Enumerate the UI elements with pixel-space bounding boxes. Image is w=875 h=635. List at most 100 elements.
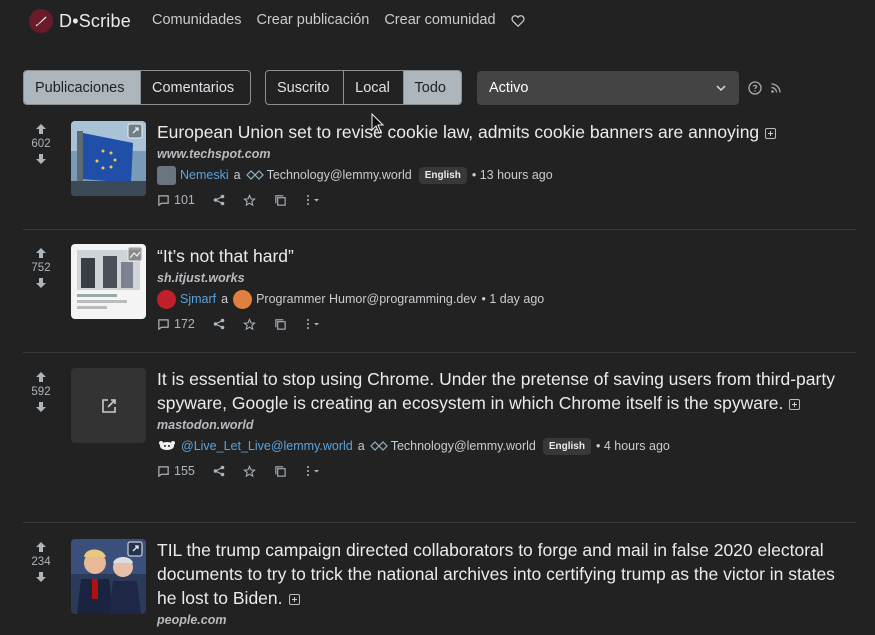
post-actions: 101	[157, 191, 857, 209]
score: 752	[31, 262, 51, 274]
post-community[interactable]: Technology@lemmy.world	[391, 439, 536, 453]
post-thumbnail[interactable]	[71, 368, 146, 443]
brand-link[interactable]: D•Scribe	[29, 9, 131, 33]
upvote-icon[interactable]	[34, 540, 48, 554]
post-actions: 155	[157, 462, 857, 480]
comment-icon	[158, 318, 169, 330]
quill-logo-icon	[29, 9, 53, 33]
share-icon[interactable]	[213, 465, 225, 477]
score: 234	[31, 556, 51, 568]
filter-all-button[interactable]: Todo	[403, 71, 461, 104]
post-title[interactable]: European Union set to revise cookie law,…	[157, 120, 857, 144]
expand-icon[interactable]	[765, 127, 777, 139]
user-avatar	[157, 289, 176, 309]
more-options-icon[interactable]	[305, 194, 323, 206]
post-author[interactable]: Nemeski	[180, 168, 229, 182]
post-meta: Sjmarf a Programmer Humor@programming.de…	[157, 289, 857, 309]
user-avatar	[157, 165, 176, 185]
comment-icon	[158, 465, 169, 477]
post-meta: @Live_Let_Live@lemmy.world a Technology@…	[157, 436, 857, 456]
vote-column: 234	[23, 540, 59, 584]
post-title[interactable]: It is essential to stop using Chrome. Un…	[157, 367, 857, 415]
comments-button[interactable]: 155	[157, 464, 195, 478]
post-community[interactable]: Programmer Humor@programming.dev	[256, 292, 476, 306]
score: 602	[31, 138, 51, 150]
post-thumbnail[interactable]	[71, 539, 146, 614]
more-options-icon[interactable]	[305, 318, 323, 330]
vote-column: 602	[23, 122, 59, 166]
share-icon[interactable]	[213, 194, 225, 206]
nav-create-post-link[interactable]: Crear publicación	[256, 12, 369, 28]
post-thumbnail[interactable]	[71, 244, 146, 319]
post-title[interactable]: “It’s not that hard”	[157, 244, 857, 268]
post-type-toggle: Publicaciones Comentarios	[23, 70, 251, 105]
nav-links: Comunidades Crear publicación Crear comu…	[152, 12, 525, 28]
star-icon[interactable]	[242, 464, 256, 478]
post-divider	[23, 352, 856, 353]
filter-comments-button[interactable]: Comentarios	[141, 71, 250, 104]
navbar: D•Scribe Comunidades Crear publicación C…	[0, 0, 875, 44]
post-domain[interactable]: www.techspot.com	[157, 147, 857, 161]
post-author[interactable]: Sjmarf	[180, 292, 216, 306]
sort-select[interactable]: Activo	[477, 71, 739, 105]
copy-icon[interactable]	[274, 318, 287, 331]
post-body: European Union set to revise cookie law,…	[157, 120, 857, 209]
post-body: TIL the trump campaign directed collabor…	[157, 538, 857, 627]
external-link-icon	[127, 541, 143, 557]
post-item: 592 It is essential to stop using Chrome…	[23, 366, 856, 506]
upvote-icon[interactable]	[34, 122, 48, 136]
language-badge: English	[418, 166, 467, 184]
upvote-icon[interactable]	[34, 246, 48, 260]
post-title[interactable]: TIL the trump campaign directed collabor…	[157, 538, 857, 610]
comment-icon	[158, 194, 169, 206]
copy-icon[interactable]	[274, 194, 287, 207]
community-icon	[369, 441, 388, 451]
downvote-icon[interactable]	[34, 570, 48, 584]
filter-local-button[interactable]: Local	[344, 71, 404, 104]
downvote-icon[interactable]	[34, 400, 48, 414]
image-icon	[127, 246, 143, 262]
comments-button[interactable]: 172	[157, 317, 195, 331]
star-icon[interactable]	[242, 317, 256, 331]
expand-icon[interactable]	[288, 593, 300, 605]
heart-icon[interactable]	[510, 14, 525, 28]
post-community[interactable]: Technology@lemmy.world	[267, 168, 412, 182]
post-body: “It’s not that hard” sh.itjust.works Sjm…	[157, 244, 857, 333]
filter-posts-button[interactable]: Publicaciones	[24, 71, 141, 104]
post-time: • 1 day ago	[481, 292, 545, 306]
external-link-icon	[101, 398, 116, 413]
star-icon[interactable]	[242, 193, 256, 207]
user-avatar	[159, 441, 175, 450]
post-domain[interactable]: sh.itjust.works	[157, 271, 857, 285]
post-item: 602 European Union set to revise cookie …	[23, 118, 856, 218]
post-domain[interactable]: people.com	[157, 613, 857, 627]
upvote-icon[interactable]	[34, 370, 48, 384]
post-thumbnail[interactable]	[71, 121, 146, 196]
copy-icon[interactable]	[274, 465, 287, 478]
chevron-down-icon	[716, 85, 726, 92]
community-icon	[245, 170, 264, 180]
share-icon[interactable]	[213, 318, 225, 330]
nav-communities-link[interactable]: Comunidades	[152, 12, 241, 28]
downvote-icon[interactable]	[34, 276, 48, 290]
community-avatar	[233, 289, 253, 309]
post-meta: Nemeski a Technology@lemmy.world English…	[157, 165, 857, 185]
vote-column: 592	[23, 370, 59, 414]
expand-icon[interactable]	[789, 398, 801, 410]
filter-subscribed-button[interactable]: Suscrito	[266, 71, 345, 104]
comment-count: 155	[174, 464, 195, 478]
score: 592	[31, 386, 51, 398]
comments-button[interactable]: 101	[157, 193, 195, 207]
rss-icon[interactable]	[770, 82, 782, 94]
listing-type-toggle: Suscrito Local Todo	[265, 70, 462, 105]
post-item: 234 TIL the trump campaign directed coll…	[23, 536, 856, 635]
brand-name: D•Scribe	[59, 10, 131, 31]
nav-create-community-link[interactable]: Crear comunidad	[384, 12, 495, 28]
more-options-icon[interactable]	[305, 465, 323, 477]
comment-count: 101	[174, 193, 195, 207]
help-icon[interactable]	[748, 81, 762, 95]
post-domain[interactable]: mastodon.world	[157, 418, 857, 432]
connector-text: a	[357, 439, 365, 453]
downvote-icon[interactable]	[34, 152, 48, 166]
post-author[interactable]: @Live_Let_Live@lemmy.world	[181, 439, 353, 453]
